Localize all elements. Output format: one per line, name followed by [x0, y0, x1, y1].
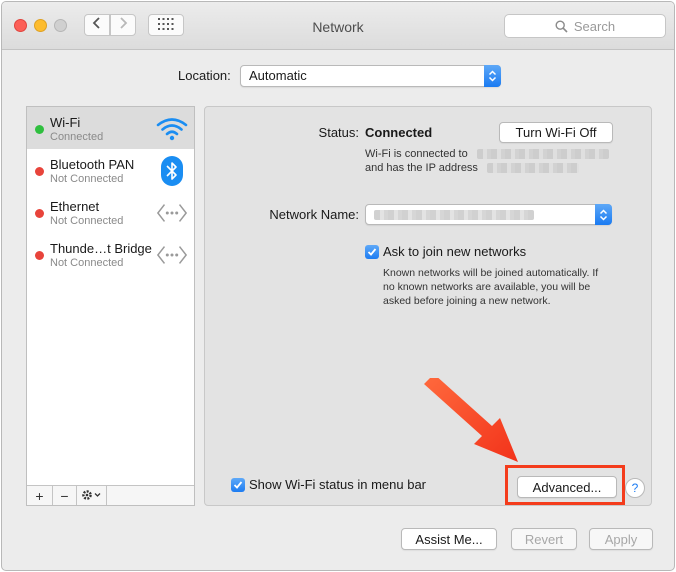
- apply-button[interactable]: Apply: [589, 528, 653, 550]
- service-name: Thunde…t Bridge: [50, 241, 152, 256]
- service-item-bluetooth-pan[interactable]: Bluetooth PAN Not Connected: [27, 149, 194, 191]
- service-status: Not Connected: [50, 215, 124, 227]
- service-name: Wi-Fi: [50, 115, 81, 130]
- service-list-toolbar: + −: [27, 485, 194, 505]
- location-label: Location:: [178, 68, 231, 83]
- red-arrow-icon: [420, 374, 530, 471]
- location-popup[interactable]: Automatic: [240, 65, 501, 87]
- search-icon: [555, 19, 568, 33]
- add-service-button[interactable]: +: [27, 486, 53, 505]
- service-status: Not Connected: [50, 173, 124, 185]
- ask-to-join-label: Ask to join new networks: [383, 244, 527, 259]
- bluetooth-icon: [156, 155, 188, 187]
- checkmark-icon: [367, 245, 377, 260]
- gear-icon: [81, 488, 103, 504]
- service-list: Wi-Fi Connected Bluetooth PAN Not Connec…: [26, 106, 195, 506]
- assist-me-button[interactable]: Assist Me...: [401, 528, 497, 550]
- service-status: Connected: [50, 131, 104, 143]
- show-wifi-status-label: Show Wi-Fi status in menu bar: [249, 477, 427, 492]
- wifi-icon: [156, 113, 188, 145]
- status-label: Status:: [318, 125, 359, 140]
- popup-arrows-icon: [595, 204, 612, 225]
- turn-wifi-off-button[interactable]: Turn Wi-Fi Off: [499, 122, 613, 143]
- service-item-thunderbolt-bridge[interactable]: Thunde…t Bridge Not Connected: [27, 233, 194, 275]
- service-item-wifi[interactable]: Wi-Fi Connected: [27, 107, 194, 149]
- location-value: Automatic: [249, 68, 307, 83]
- action-menu-button[interactable]: [77, 486, 107, 505]
- ask-to-join-checkbox[interactable]: [365, 245, 379, 259]
- network-name-label: Network Name:: [269, 207, 359, 222]
- service-name: Bluetooth PAN: [50, 157, 135, 172]
- service-item-ethernet[interactable]: Ethernet Not Connected: [27, 191, 194, 233]
- ask-to-join-description-line: asked before joining a new network.: [383, 295, 551, 307]
- status-value: Connected: [365, 125, 433, 140]
- ask-to-join-description-line: Known networks will be joined automatica…: [383, 267, 599, 279]
- ask-to-join-description-line: no known networks are available, you wil…: [383, 281, 591, 293]
- thunderbolt-bridge-icon: [156, 239, 188, 271]
- advanced-button-highlight: [505, 465, 625, 505]
- network-name-popup[interactable]: [365, 204, 612, 225]
- remove-service-button[interactable]: −: [53, 486, 77, 505]
- redacted-ip-address: [487, 163, 579, 174]
- ethernet-icon: [156, 197, 188, 229]
- status-description-text-1: Wi-Fi is connected to: [365, 148, 468, 160]
- search-placeholder: Search: [573, 18, 616, 34]
- redacted-network-name-value: [374, 210, 534, 220]
- redacted-network-name: [476, 149, 609, 160]
- status-dot: [35, 209, 44, 218]
- ask-to-join-description: Known networks will be joined automatica…: [383, 266, 598, 308]
- status-description-line1: Wi-Fi is connected to: [365, 147, 609, 161]
- search-field[interactable]: Search: [504, 14, 666, 38]
- checkmark-icon: [233, 478, 243, 493]
- revert-button[interactable]: Revert: [511, 528, 577, 550]
- status-dot: [35, 167, 44, 176]
- title-bar: Network Search: [2, 2, 674, 50]
- popup-arrows-icon: [484, 65, 501, 87]
- status-dot: [35, 125, 44, 134]
- status-dot: [35, 251, 44, 260]
- show-wifi-status-checkbox[interactable]: [231, 478, 245, 492]
- service-status: Not Connected: [50, 257, 124, 269]
- status-description-line2: and has the IP address: [365, 161, 579, 175]
- service-name: Ethernet: [50, 199, 100, 214]
- status-description-text-2: and has the IP address: [365, 162, 478, 174]
- help-button[interactable]: ?: [625, 478, 645, 498]
